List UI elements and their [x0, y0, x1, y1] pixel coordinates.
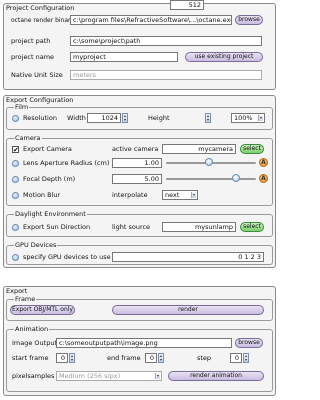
chevron-down-icon: [155, 373, 160, 379]
animation-title: Animation: [14, 325, 50, 333]
export-camera-label: Export Camera: [23, 145, 72, 153]
camera-title: Camera: [14, 134, 42, 142]
frame-title: Frame: [14, 295, 37, 303]
export-camera-checkbox[interactable]: ✔: [12, 146, 19, 154]
focal-depth-slider-track[interactable]: [166, 178, 256, 180]
step-label: step: [197, 354, 212, 362]
specify-gpu-label: specify GPU devices to use: [23, 253, 111, 261]
start-frame-field[interactable]: 0: [56, 353, 68, 363]
resolution-percent-dropdown[interactable]: 100%: [231, 113, 265, 123]
select-camera-button[interactable]: select: [240, 144, 264, 154]
browse-output-button[interactable]: browse: [235, 338, 263, 348]
resolution-percent-value: 100%: [234, 114, 253, 122]
height-field[interactable]: 512: [170, 0, 204, 10]
gpu-devices-field[interactable]: 0 1 2 3: [112, 252, 264, 262]
gpu-devices-title: GPU Devices: [14, 241, 58, 249]
step-field[interactable]: 0: [230, 353, 242, 363]
render-frame-button[interactable]: render: [112, 305, 264, 315]
lens-aperture-radio[interactable]: [12, 160, 19, 167]
octane-binary-label: octane render binary: [11, 17, 75, 24]
focal-depth-radio[interactable]: [12, 176, 19, 183]
pixelsamples-dropdown[interactable]: Medium (256 s/px): [56, 371, 162, 381]
export-title: Export: [6, 287, 28, 295]
active-camera-field[interactable]: mycamera: [162, 144, 236, 154]
light-source-field[interactable]: mysunlamp: [162, 222, 236, 232]
start-frame-stepper[interactable]: [69, 353, 75, 363]
project-path-label: project path: [11, 37, 51, 45]
focal-depth-label: Focal Depth (m): [23, 175, 76, 183]
focal-depth-animate-button[interactable]: A: [259, 174, 268, 183]
project-configuration-title: Project Configuration: [6, 4, 75, 12]
use-existing-project-button[interactable]: use existing project: [185, 52, 263, 62]
browse-binary-button[interactable]: browse: [235, 15, 263, 25]
resolution-radio[interactable]: [12, 115, 19, 122]
specify-gpu-radio[interactable]: [12, 254, 19, 261]
start-frame-label: start frame: [12, 354, 49, 362]
step-stepper[interactable]: [243, 353, 249, 363]
height-stepper[interactable]: [205, 113, 211, 123]
end-frame-label: end frame: [107, 354, 141, 362]
daylight-environment-title: Daylight Environment: [14, 210, 87, 218]
chevron-down-icon: [258, 115, 263, 121]
lens-aperture-animate-button[interactable]: A: [259, 158, 268, 167]
focal-depth-field[interactable]: 5.00: [112, 174, 162, 184]
export-sun-direction-label: Export Sun Direction: [23, 223, 91, 231]
native-unit-size-dropdown[interactable]: meters: [70, 70, 262, 80]
width-label: Width: [67, 114, 86, 122]
image-output-field[interactable]: c:\someoutputpath\image.png: [56, 338, 232, 348]
chevron-down-icon: [191, 192, 196, 198]
native-unit-size-label: Native Unit Size: [11, 71, 63, 79]
project-name-field[interactable]: myproject: [70, 52, 178, 62]
lens-aperture-field[interactable]: 1.00: [112, 158, 162, 168]
pixelsamples-value: Medium (256 s/px): [59, 372, 121, 380]
light-source-label: light source: [112, 223, 151, 231]
interpolate-label: interpolate: [112, 191, 148, 199]
height-label: Height: [148, 114, 170, 122]
export-sun-radio[interactable]: [12, 224, 19, 231]
interpolate-value: next: [165, 191, 180, 199]
motion-blur-label: Motion Blur: [23, 191, 61, 199]
octane-binary-field[interactable]: c:\program files\RefractiveSoftware\...\…: [70, 15, 232, 25]
active-camera-label: active camera: [112, 145, 159, 153]
image-output-label: Image Output: [12, 339, 58, 347]
lens-aperture-label: Lens Aperture Radius (cm): [23, 159, 110, 167]
pixelsamples-label: pixelsamples: [12, 372, 55, 380]
interpolate-dropdown[interactable]: next: [162, 190, 198, 200]
project-path-field[interactable]: c:\some\project\path: [70, 36, 262, 46]
film-title: Film: [14, 103, 30, 111]
resolution-label: Resolution: [23, 114, 57, 122]
motion-blur-radio[interactable]: [12, 192, 19, 199]
native-unit-size-value: meters: [73, 71, 96, 79]
export-obj-mtl-button[interactable]: Export OBJ/MTL only: [10, 305, 75, 315]
select-light-source-button[interactable]: select: [240, 222, 264, 232]
width-field[interactable]: 1024: [87, 113, 121, 123]
end-frame-field[interactable]: 0: [145, 353, 157, 363]
project-name-label: project name: [11, 53, 55, 61]
render-animation-button[interactable]: render animation: [168, 371, 264, 381]
width-stepper[interactable]: [122, 113, 128, 123]
end-frame-stepper[interactable]: [158, 353, 164, 363]
